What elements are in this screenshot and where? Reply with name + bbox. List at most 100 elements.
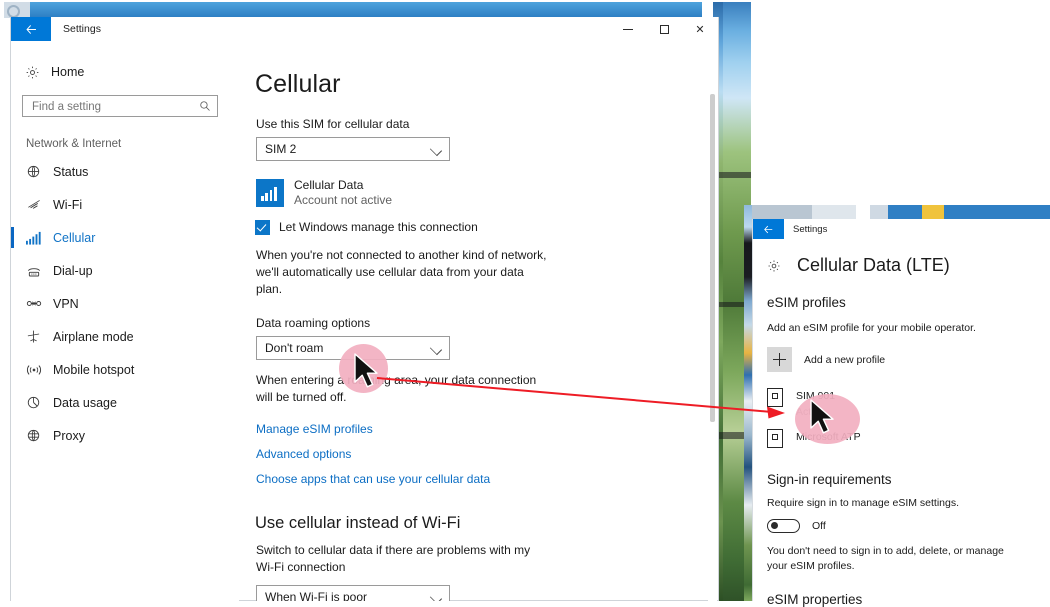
window-body: Home Network & Internet [11,42,718,601]
vertical-scrollbar[interactable] [708,42,717,601]
advanced-options-link[interactable]: Advanced options [256,447,351,461]
signal-bars-tile-icon [256,179,284,208]
desktop-top-band [30,2,702,17]
back-arrow-icon [25,24,36,34]
signal-bars-icon [26,231,53,245]
add-new-profile-label: Add a new profile [804,353,886,366]
esim-content: Cellular Data (LTE) eSIM profiles Add an… [753,255,1050,607]
vpn-icon [26,297,53,310]
sidebar-item-cellular[interactable]: Cellular [11,221,239,254]
window-controls: ✕ [610,17,718,41]
content-pane: Cellular Use this SIM for cellular data … [239,42,720,601]
network-status: Account not active [294,193,393,208]
window-title: Settings [63,23,101,35]
back-button[interactable] [11,17,51,41]
esim-settings-window: Settings Cellular Data (LTE) eSIM profil… [752,219,1050,607]
back-arrow-icon [764,225,773,233]
signin-toggle-label: Off [812,519,826,532]
wifi-fallback-value: When Wi-Fi is poor [265,589,368,601]
sim-select-value: SIM 2 [265,142,297,156]
chevron-down-icon [429,143,443,157]
sidebar-item-dial-up[interactable]: Dial-up [11,254,239,287]
wifi-icon [26,197,53,212]
roaming-select-value: Don't roam [265,340,324,355]
globe-status-icon [26,164,53,179]
plus-icon [767,347,792,373]
esim-profiles-title: eSIM profiles [767,295,846,310]
sidebar-group-title: Network & Internet [26,138,122,150]
globe-icon [26,428,53,443]
sidebar-item-label: Data usage [53,395,117,410]
chevron-down-icon [429,342,443,355]
manage-connection-checkbox[interactable]: Let Windows manage this connection [255,219,720,235]
signin-toggle[interactable]: Off [767,518,1050,533]
profile-name: SIM 901 [796,390,836,403]
sidebar-item-label: Proxy [53,428,85,443]
esim-header-title: Cellular Data (LTE) [797,255,950,275]
search-icon [199,100,211,112]
sidebar-item-label: Dial-up [53,263,93,278]
toggle-switch-off-icon [767,518,800,533]
scrollbar-thumb[interactable] [710,94,715,422]
sidebar-item-label: Cellular [53,230,96,245]
esim-window-title: Settings [793,224,828,235]
sidebar-item-home[interactable]: Home [25,61,239,83]
esim-header: Cellular Data (LTE) [767,255,1050,276]
sidebar-item-wifi[interactable]: Wi-Fi [11,188,239,221]
manage-connection-label: Let Windows manage this connection [279,220,478,235]
page-title: Cellular [255,70,341,98]
manage-esim-profiles-link[interactable]: Manage eSIM profiles [256,422,373,436]
network-name: Cellular Data [294,178,364,192]
esim-profiles-description: Add an eSIM profile for your mobile oper… [767,322,976,334]
esim-profile-item[interactable]: SIM 901 Active [767,388,1050,419]
sim-select[interactable]: SIM 2 [256,137,450,161]
sidebar-item-mobile-hotspot[interactable]: Mobile hotspot [11,353,239,386]
profile-name: Microsoft ATP [796,430,861,443]
network-summary: Cellular Data Account not active [256,178,720,209]
sim-card-icon [767,428,783,448]
sidebar-item-status[interactable]: Status [11,155,239,188]
sim-label: Use this SIM for cellular data [256,117,410,131]
settings-window: Settings ✕ Home Find a setting Network &… [10,17,719,601]
pie-chart-icon [26,395,53,410]
chevron-down-icon [429,591,443,601]
esim-back-button[interactable] [753,219,784,239]
desktop-settings-icon [4,2,30,18]
choose-apps-link[interactable]: Choose apps that can use your cellular d… [256,472,490,486]
title-bar: Settings ✕ [11,17,718,42]
sidebar-item-label: Status [53,164,89,179]
sidebar-home-label: Home [51,65,85,79]
sidebar-item-label: Airplane mode [53,329,134,344]
dialup-modem-icon [26,264,53,278]
roaming-select[interactable]: Don't roam [256,335,450,360]
sidebar: Home Network & Internet [11,42,239,601]
screen-root: Settings ✕ Home Find a setting Network &… [0,0,1050,607]
esim-title-bar: Settings [753,219,1050,239]
sidebar-item-airplane-mode[interactable]: Airplane mode [11,320,239,353]
gear-icon [25,65,51,80]
sidebar-item-data-usage[interactable]: Data usage [11,386,239,419]
sidebar-item-proxy[interactable]: Proxy [11,419,239,452]
close-button[interactable]: ✕ [682,17,718,41]
maximize-button[interactable] [646,17,682,41]
signin-requirements-title: Sign-in requirements [767,471,892,487]
manage-connection-description: When you're not connected to another kin… [256,247,547,296]
search-box[interactable] [22,95,218,118]
sidebar-item-label: Mobile hotspot [53,362,135,377]
search-input[interactable] [30,96,194,118]
roaming-description: When entering a roaming area, your data … [256,372,537,404]
profile-status: Active [796,405,825,418]
signin-note: You don't need to sign in to add, delete… [767,544,1004,572]
sidebar-item-vpn[interactable]: VPN [11,287,239,320]
signin-description: Require sign in to manage eSIM settings. [767,496,960,509]
sim-card-icon [767,388,783,408]
esim-profile-item[interactable]: Microsoft ATP [767,428,1050,448]
wifi-fallback-select[interactable]: When Wi-Fi is poor [256,584,450,601]
desktop-top-strip-right [752,205,1050,219]
checkbox-checked-icon [255,219,270,235]
esim-properties-title: eSIM properties [767,592,863,607]
section-title-use-cellular: Use cellular instead of Wi-Fi [255,513,461,532]
airplane-icon [26,329,53,344]
minimize-button[interactable] [610,17,646,41]
add-new-profile-button[interactable]: Add a new profile [767,347,1050,373]
